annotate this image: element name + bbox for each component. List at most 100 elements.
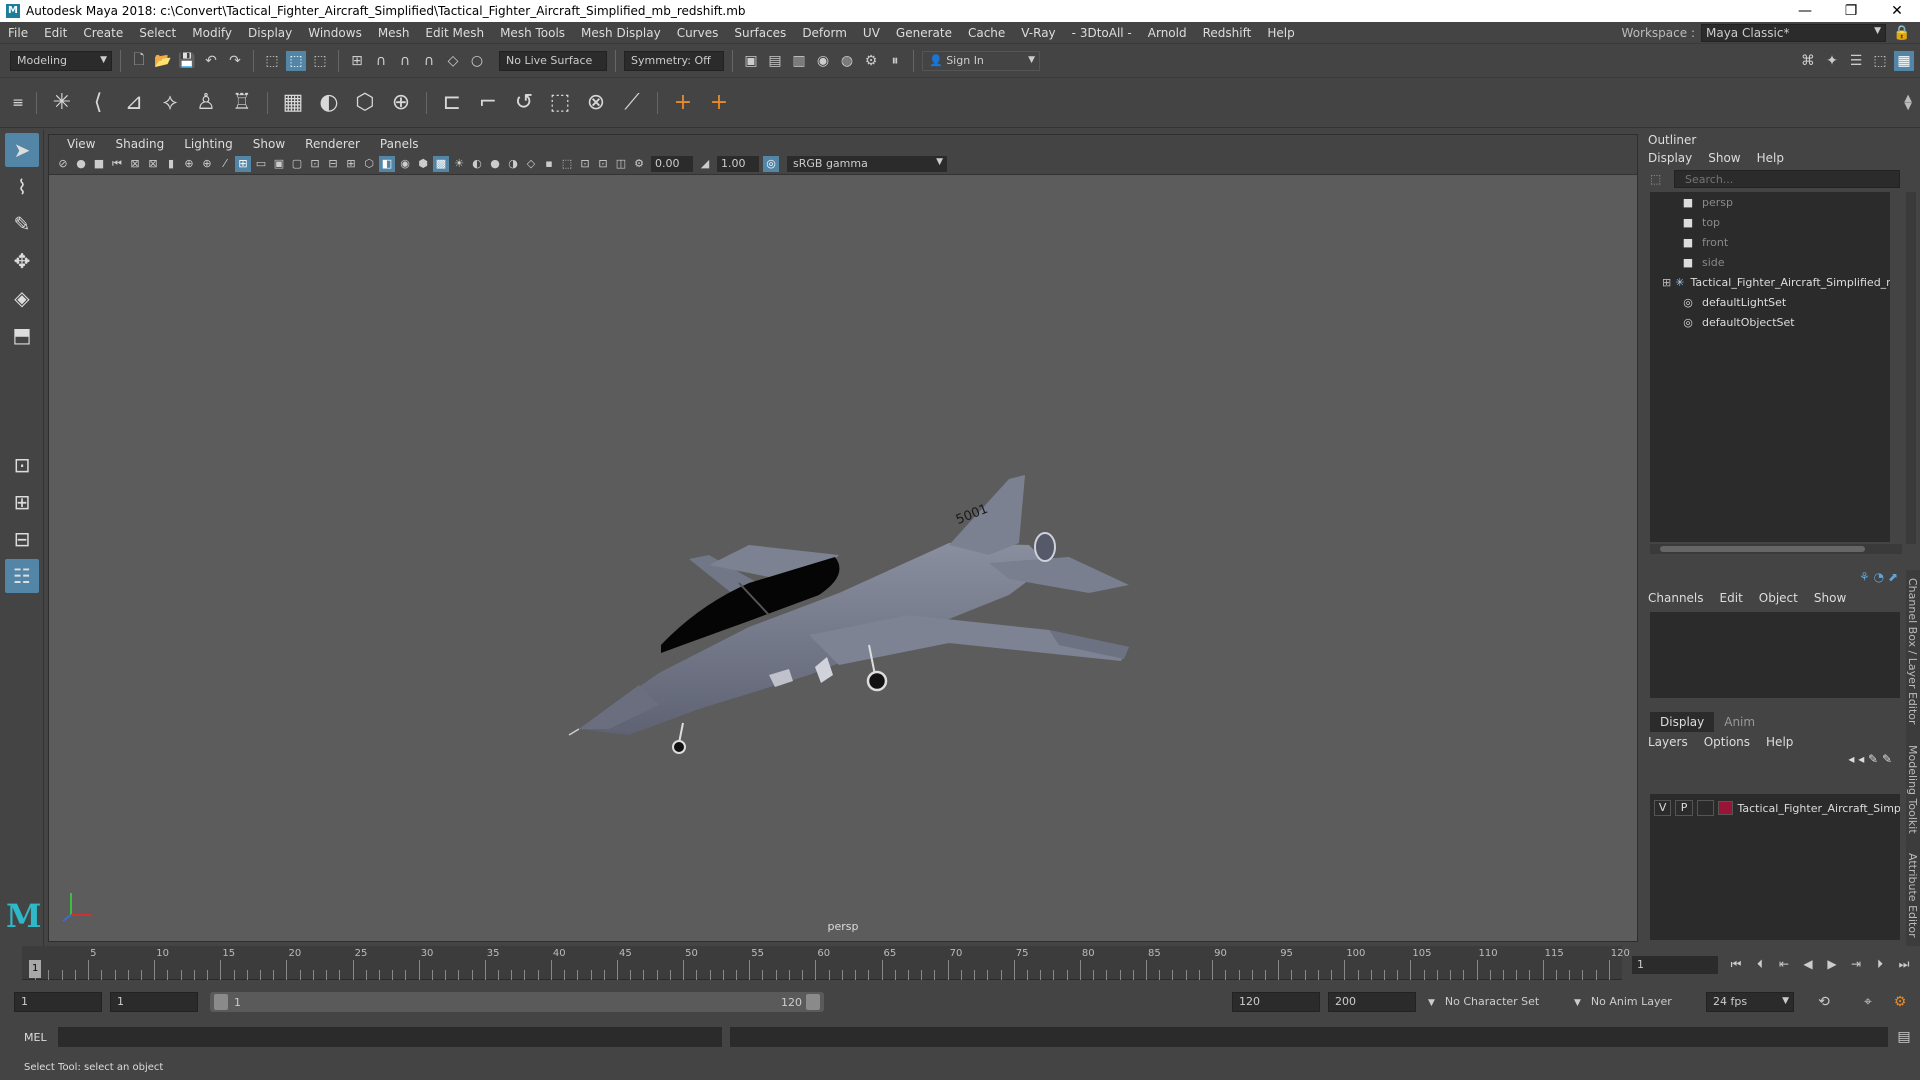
outliner-item-default-light-set[interactable]: ◎ defaultLightSet bbox=[1650, 292, 1890, 312]
playback-start-field[interactable]: 1 bbox=[110, 992, 198, 1012]
play-backward-icon[interactable]: ◀ bbox=[1798, 954, 1818, 974]
script-editor-icon[interactable]: ▤ bbox=[1894, 1027, 1914, 1047]
channel-box-area[interactable] bbox=[1650, 612, 1900, 698]
exposure-icon[interactable]: ⚙ bbox=[631, 156, 647, 172]
constraint-aim-icon[interactable]: ⊗ bbox=[581, 88, 611, 118]
frame-all-icon[interactable]: ⊡ bbox=[577, 156, 593, 172]
snap-grid-icon[interactable]: ⊞ bbox=[347, 51, 367, 71]
layers-menu-help[interactable]: Help bbox=[1766, 735, 1793, 749]
outliner-vertical-scrollbar[interactable] bbox=[1906, 192, 1916, 544]
render-settings-icon[interactable]: ◉ bbox=[813, 51, 833, 71]
constraint-point-icon[interactable]: ⌐ bbox=[473, 88, 503, 118]
backface-culling-icon[interactable]: ▩ bbox=[433, 155, 449, 172]
layer-color-swatch[interactable] bbox=[1718, 801, 1734, 815]
character-set-dropdown[interactable]: ▼ No Character Set bbox=[1424, 992, 1562, 1012]
current-frame-field[interactable]: 1 bbox=[1632, 956, 1718, 974]
color-space-dropdown[interactable]: sRGB gamma ▼ bbox=[787, 155, 947, 172]
constraint-pole-icon[interactable]: ⟋ bbox=[617, 88, 647, 118]
snap-live-icon[interactable]: ○ bbox=[467, 51, 487, 71]
menu-curves[interactable]: Curves bbox=[669, 26, 727, 40]
grid-icon[interactable]: ⊞ bbox=[235, 155, 251, 172]
render-frame-icon[interactable]: ▤ bbox=[765, 51, 785, 71]
menu-cache[interactable]: Cache bbox=[960, 26, 1013, 40]
render-setup-icon[interactable]: ⚙ bbox=[861, 51, 881, 71]
textured-icon[interactable]: ⊡ bbox=[307, 156, 323, 172]
minimize-button[interactable]: — bbox=[1782, 3, 1828, 19]
camera-lock-icon[interactable]: ● bbox=[73, 156, 89, 172]
filter-icon[interactable]: ⬚ bbox=[1650, 172, 1666, 186]
channels-menu[interactable]: Channels bbox=[1648, 591, 1704, 605]
outliner-item-top[interactable]: ■ top bbox=[1650, 212, 1890, 232]
shelf-scroll-icon[interactable]: ▲ ▼ bbox=[1904, 93, 1912, 111]
step-back-frame-icon[interactable]: ⏴ bbox=[1750, 954, 1770, 974]
snap-surface-icon[interactable]: ◇ bbox=[443, 51, 463, 71]
safe-title-icon[interactable]: ⁄ bbox=[217, 156, 233, 172]
aircraft-model[interactable]: 5001 bbox=[49, 175, 1637, 941]
outliner-item-aircraft-group[interactable]: ⊞ ✳ Tactical_Fighter_Aircraft_Simplified_n… bbox=[1650, 272, 1890, 292]
tab-display[interactable]: Display bbox=[1650, 712, 1715, 732]
tab-attribute-editor[interactable]: Attribute Editor bbox=[1906, 853, 1919, 938]
new-layer-icon[interactable]: ✎ bbox=[1868, 752, 1878, 766]
wireframe-icon[interactable]: ▭ bbox=[253, 156, 269, 172]
gate-mask-icon[interactable]: ▮ bbox=[163, 156, 179, 172]
channels-menu-edit[interactable]: Edit bbox=[1720, 591, 1743, 605]
new-layer-selected-icon[interactable]: ✎ bbox=[1882, 752, 1892, 766]
open-scene-icon[interactable]: 📂 bbox=[153, 51, 173, 71]
menu-edit-mesh[interactable]: Edit Mesh bbox=[417, 26, 492, 40]
outliner-item-side[interactable]: ■ side bbox=[1650, 252, 1890, 272]
gamma-icon[interactable]: ◢ bbox=[697, 156, 713, 172]
outliner-menu-show[interactable]: Show bbox=[1708, 151, 1740, 165]
move-layer-up-icon[interactable]: ◂ bbox=[1848, 752, 1854, 766]
viewport-menu-lighting[interactable]: Lighting bbox=[174, 137, 243, 151]
camera-attributes-icon[interactable]: ⊘ bbox=[55, 156, 71, 172]
outliner-item-persp[interactable]: ■ persp bbox=[1650, 192, 1890, 212]
layer-visibility-toggle[interactable]: V bbox=[1654, 800, 1672, 816]
channel-box-toggle-icon[interactable]: ⚘ bbox=[1859, 570, 1870, 584]
menu-uv[interactable]: UV bbox=[855, 26, 888, 40]
menu-surfaces[interactable]: Surfaces bbox=[726, 26, 794, 40]
step-forward-frame-icon[interactable]: ⏵ bbox=[1870, 954, 1890, 974]
layer-display-type-toggle[interactable] bbox=[1696, 800, 1715, 816]
lock-icon[interactable]: 🔒 bbox=[1892, 23, 1912, 43]
viewport-menu-shading[interactable]: Shading bbox=[105, 137, 174, 151]
scale-tool-icon[interactable]: ⬒ bbox=[5, 318, 39, 352]
isolate-select-icon[interactable]: ⬡ bbox=[361, 156, 377, 172]
safe-action-icon[interactable]: ⊕ bbox=[199, 156, 215, 172]
tab-modeling-toolkit[interactable]: Modeling Toolkit bbox=[1906, 745, 1919, 834]
range-start-handle[interactable] bbox=[214, 994, 228, 1010]
layers-menu[interactable]: Layers bbox=[1648, 735, 1688, 749]
menu-arnold[interactable]: Arnold bbox=[1140, 26, 1195, 40]
snap-view-icon[interactable]: ∩ bbox=[419, 51, 439, 71]
ipr-render-icon[interactable]: ▥ bbox=[789, 51, 809, 71]
cluster-icon[interactable]: + bbox=[704, 88, 734, 118]
menu-display[interactable]: Display bbox=[240, 26, 300, 40]
film-gate-icon[interactable]: ⊠ bbox=[127, 156, 143, 172]
field-chart-icon[interactable]: ⊕ bbox=[181, 156, 197, 172]
viewport-menu-show[interactable]: Show bbox=[243, 137, 295, 151]
outliner-item-default-object-set[interactable]: ◎ defaultObjectSet bbox=[1650, 312, 1890, 332]
layer-row[interactable]: V P Tactical_Fighter_Aircraft_Simpli bbox=[1650, 798, 1900, 818]
hypershade-icon[interactable]: ◍ bbox=[837, 51, 857, 71]
wrap-icon[interactable]: ⊕ bbox=[386, 88, 416, 118]
undo-icon[interactable]: ↶ bbox=[201, 51, 221, 71]
snap-curve-icon[interactable]: ∩ bbox=[371, 51, 391, 71]
playback-end-field[interactable]: 120 bbox=[1232, 992, 1320, 1012]
menu-mesh-display[interactable]: Mesh Display bbox=[573, 26, 669, 40]
select-object-icon[interactable]: ⬚ bbox=[286, 50, 306, 71]
new-scene-icon[interactable]: 🗋 bbox=[129, 51, 149, 71]
bind-skin-icon[interactable]: ▦ bbox=[278, 88, 308, 118]
menu-file[interactable]: File bbox=[0, 26, 36, 40]
script-language-toggle[interactable]: MEL bbox=[0, 1031, 54, 1044]
outliner-layout-icon[interactable]: ☷ bbox=[5, 559, 39, 593]
maximize-button[interactable]: ❐ bbox=[1828, 3, 1874, 19]
viewport-menu-renderer[interactable]: Renderer bbox=[295, 137, 370, 151]
expand-icon[interactable]: ⊞ bbox=[1662, 276, 1671, 289]
loop-icon[interactable]: ⟲ bbox=[1814, 992, 1834, 1012]
tool-settings-icon[interactable]: ⬚ bbox=[1870, 51, 1890, 71]
color-management-icon[interactable]: ◎ bbox=[763, 155, 779, 172]
exposure-field[interactable]: 0.00 bbox=[651, 155, 693, 172]
wireframe-on-shaded-icon[interactable]: ▢ bbox=[289, 156, 305, 172]
tab-anim[interactable]: Anim bbox=[1714, 712, 1765, 732]
anim-layer-dropdown[interactable]: ▼ No Anim Layer bbox=[1570, 992, 1690, 1012]
save-scene-icon[interactable]: 💾 bbox=[177, 51, 197, 71]
